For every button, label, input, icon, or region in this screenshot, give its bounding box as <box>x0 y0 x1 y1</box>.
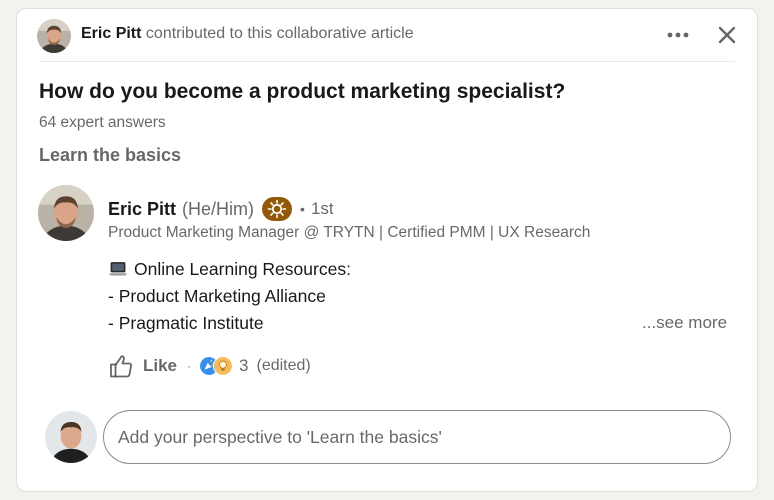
contribution-card: Eric Pitt contributed to this collaborat… <box>16 8 758 492</box>
author-avatar[interactable] <box>38 185 94 241</box>
top-voice-lightbulb-icon[interactable] <box>262 197 293 221</box>
answers-count: 64 expert answers <box>39 114 166 131</box>
section-heading[interactable]: Learn the basics <box>39 145 181 166</box>
contributor-avatar[interactable] <box>37 19 71 53</box>
close-icon[interactable] <box>715 23 739 47</box>
edited-label: (edited) <box>256 357 311 374</box>
connection-degree: 1st <box>310 199 334 218</box>
action-separator: · <box>187 359 192 373</box>
contributor-name[interactable]: Eric Pitt <box>81 25 141 42</box>
ellipsis-icon[interactable] <box>663 23 693 47</box>
author-headline: Product Marketing Manager @ TRYTN | Cert… <box>108 224 591 241</box>
reactions-summary[interactable]: 3 <box>199 356 249 376</box>
social-actions: Like · 3 (edited) <box>107 351 311 381</box>
degree-separator: • <box>300 201 305 217</box>
header-divider <box>39 61 735 62</box>
article-title[interactable]: How do you become a product marketing sp… <box>39 80 565 104</box>
reactions-count: 3 <box>239 356 249 375</box>
insightful-icon <box>213 356 234 376</box>
like-button[interactable]: Like <box>107 352 177 380</box>
body-line-1: Online Learning Resources: <box>108 259 351 280</box>
viewer-avatar[interactable] <box>45 411 97 463</box>
contributor-line: Eric Pitt contributed to this collaborat… <box>81 25 414 43</box>
body-line-3: - Pragmatic Institute <box>108 313 264 333</box>
author-pronouns: (He/Him) <box>182 198 255 219</box>
body-line-2: - Product Marketing Alliance <box>108 286 326 306</box>
contributor-text: contributed to this collaborative articl… <box>145 25 414 42</box>
perspective-input[interactable] <box>103 410 731 464</box>
author-name[interactable]: Eric Pitt <box>108 199 176 220</box>
laptop-icon <box>108 261 128 277</box>
see-more-link[interactable]: ...see more <box>642 313 727 333</box>
author-line: Eric Pitt (He/Him) • 1st <box>108 197 334 221</box>
like-label: Like <box>143 356 178 375</box>
body-text-1: Online Learning Resources: <box>134 259 351 279</box>
thumbs-up-icon <box>110 355 132 378</box>
